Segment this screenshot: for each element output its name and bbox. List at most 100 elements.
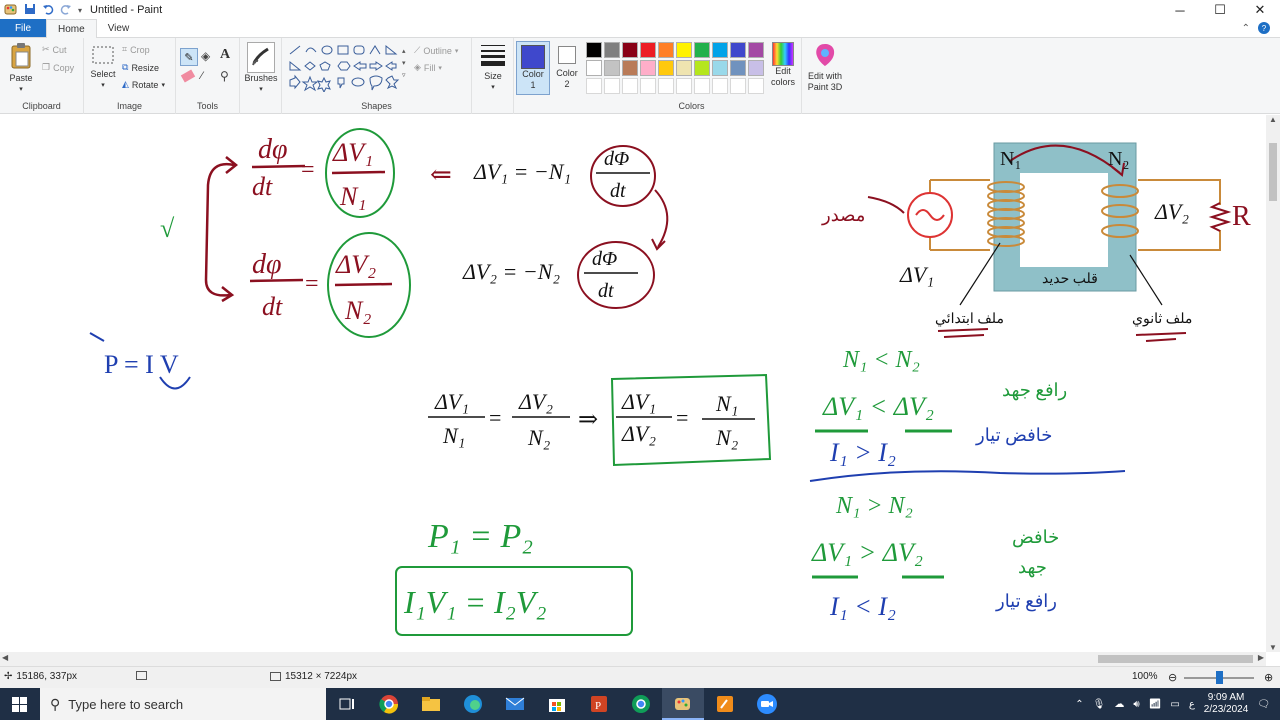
volume-icon[interactable]: 🔊︎ (1133, 699, 1139, 710)
palette-swatch[interactable] (748, 60, 764, 76)
palette-swatch[interactable] (730, 78, 746, 94)
zoom-out-button[interactable]: ⊖ (1168, 671, 1177, 684)
store-icon[interactable] (536, 688, 578, 720)
palette-swatch[interactable] (586, 42, 602, 58)
palette-swatch[interactable] (622, 78, 638, 94)
palette-swatch[interactable] (604, 42, 620, 58)
tab-file[interactable]: File (0, 19, 46, 37)
redo-icon[interactable] (60, 3, 72, 18)
palette-swatch[interactable] (658, 42, 674, 58)
palette-swatch[interactable] (694, 78, 710, 94)
drawing-canvas[interactable]: dφ dt = ΔV₁ N₁ dφ dt = ΔV₂ N₂ √ ⇐ ΔV₁ = … (0, 115, 1266, 652)
scroll-right-icon[interactable]: ▶ (1258, 653, 1264, 662)
brushes-button[interactable]: Brushes ▾ (244, 42, 278, 95)
edit-colors-button[interactable]: Edit colors (766, 42, 800, 88)
customize-toolbar-icon[interactable]: ▾ (78, 6, 82, 15)
palette-swatch[interactable] (712, 78, 728, 94)
tab-home[interactable]: Home (46, 19, 97, 38)
resize-button[interactable]: ⧉ Resize (122, 62, 159, 73)
notification-icon[interactable]: 🗨︎ (1257, 699, 1270, 710)
cut-button[interactable]: ✂ Cut (42, 44, 67, 55)
vertical-scroll-thumb[interactable] (1269, 143, 1277, 201)
copy-button[interactable]: ❐ Copy (42, 62, 74, 73)
palette-swatch[interactable] (676, 78, 692, 94)
save-icon[interactable] (24, 3, 36, 18)
palette-swatch[interactable] (658, 78, 674, 94)
palette-swatch[interactable] (640, 78, 656, 94)
eraser-icon[interactable] (180, 69, 196, 83)
shapes-scroll-icon[interactable]: ▴ ▾ ▿ (402, 46, 406, 82)
cloud-icon[interactable]: ☁ (1114, 699, 1124, 710)
color2-button[interactable]: Color 2 (552, 41, 582, 95)
minimize-button[interactable]: ─ (1160, 0, 1200, 20)
palette-swatch[interactable] (730, 42, 746, 58)
palette-swatch[interactable] (712, 42, 728, 58)
palette-swatch[interactable] (604, 78, 620, 94)
scroll-left-icon[interactable]: ◀ (2, 653, 8, 662)
palette-swatch[interactable] (640, 42, 656, 58)
file-explorer-icon[interactable] (410, 688, 452, 720)
clock[interactable]: 9:09 AM 2/23/2024 (1204, 692, 1249, 716)
palette-swatch[interactable] (748, 42, 764, 58)
size-button[interactable]: Size ▾ (476, 42, 510, 93)
scroll-down-icon[interactable]: ▼ (1269, 643, 1277, 652)
windows-start-icon[interactable] (12, 697, 27, 712)
paint-taskbar-icon[interactable] (662, 688, 704, 720)
vertical-scrollbar[interactable]: ▲ ▼ (1266, 115, 1280, 652)
palette-swatch[interactable] (586, 60, 602, 76)
show-hidden-icons[interactable]: ⌃ (1075, 699, 1083, 710)
horizontal-scroll-thumb[interactable] (1098, 655, 1253, 663)
chrome-profile-icon[interactable] (620, 688, 662, 720)
palette-swatch[interactable] (694, 42, 710, 58)
palette-swatch[interactable] (604, 60, 620, 76)
chrome-icon[interactable] (368, 688, 410, 720)
crop-button[interactable]: ⌗ Crop (122, 44, 150, 55)
zoom-slider-thumb[interactable] (1216, 671, 1223, 684)
palette-swatch[interactable] (586, 78, 602, 94)
text-icon[interactable]: A (220, 47, 230, 63)
palette-swatch[interactable] (622, 60, 638, 76)
wifi-icon[interactable]: 📶︎ (1149, 699, 1162, 710)
paste-button[interactable]: Paste ▾ (6, 42, 36, 95)
task-view-icon[interactable] (326, 688, 368, 720)
zoom-app-icon[interactable] (746, 688, 788, 720)
microphone-icon[interactable]: 🎙︎ (1093, 699, 1106, 710)
color1-button[interactable]: Color 1 (516, 41, 550, 95)
palette-swatch[interactable] (658, 60, 674, 76)
palette-swatch[interactable] (676, 60, 692, 76)
palette-swatch[interactable] (676, 42, 692, 58)
brush-icon (247, 42, 275, 73)
tab-view[interactable]: View (97, 19, 141, 37)
horizontal-scrollbar[interactable]: ◀ ▶ (0, 652, 1266, 666)
palette-swatch[interactable] (712, 60, 728, 76)
outline-button[interactable]: ⟋ Outline ▾ (414, 45, 458, 56)
undo-icon[interactable] (42, 3, 54, 18)
color-picker-icon[interactable]: ⁄ (201, 70, 203, 82)
close-button[interactable]: ✕ (1240, 0, 1280, 20)
battery-icon[interactable]: ▭ (1170, 699, 1179, 710)
collapse-ribbon-icon[interactable]: ⌃ (1242, 23, 1250, 34)
maximize-button[interactable]: ☐ (1200, 0, 1240, 20)
scroll-up-icon[interactable]: ▲ (1269, 115, 1277, 124)
palette-swatch[interactable] (748, 78, 764, 94)
mail-icon[interactable] (494, 688, 536, 720)
taskbar-search[interactable]: ⚲ Type here to search (40, 688, 326, 720)
fill-button[interactable]: ◈ Fill ▾ (414, 62, 442, 73)
shapes-gallery[interactable] (288, 44, 412, 92)
palette-swatch[interactable] (730, 60, 746, 76)
edge-icon[interactable] (452, 688, 494, 720)
pencil-icon[interactable]: ✎ (180, 48, 198, 66)
magnifier-icon[interactable]: ⚲ (220, 69, 229, 83)
rotate-button[interactable]: ◭ Rotate ▾ (122, 79, 165, 90)
edit-with-paint3d-button[interactable]: Edit with Paint 3D (804, 42, 846, 93)
palette-swatch[interactable] (694, 60, 710, 76)
fill-bucket-icon[interactable]: ◈ (201, 49, 210, 63)
select-button[interactable]: Select ▾ (88, 44, 118, 91)
zoom-in-button[interactable]: ⊕ (1264, 671, 1273, 684)
palette-swatch[interactable] (622, 42, 638, 58)
palette-swatch[interactable] (640, 60, 656, 76)
language-indicator[interactable]: ع (1189, 699, 1195, 710)
powerpoint-icon[interactable]: P (578, 688, 620, 720)
editor-icon[interactable] (704, 688, 746, 720)
help-icon[interactable]: ? (1258, 22, 1270, 34)
